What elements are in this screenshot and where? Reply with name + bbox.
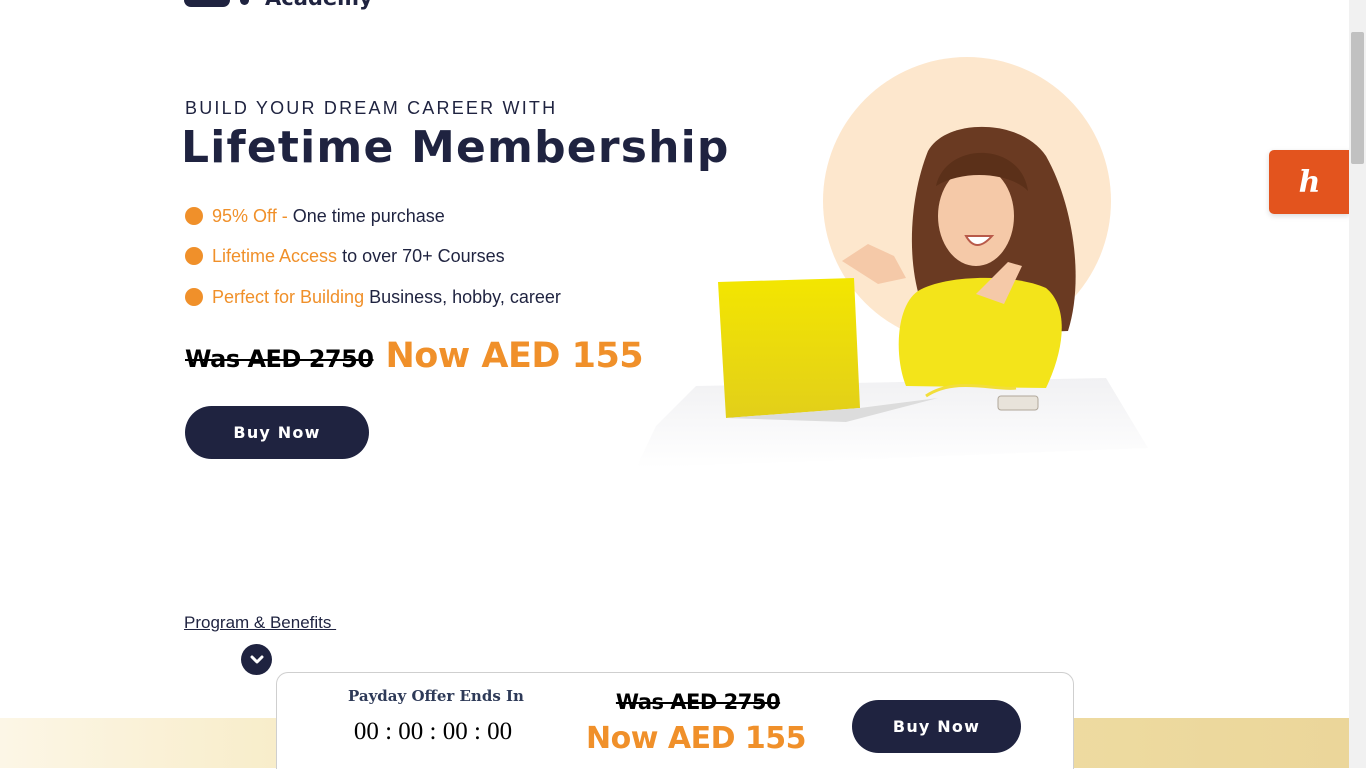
offer-label: Payday Offer Ends In (348, 687, 524, 705)
feature-item: 95% Off - One time purchase (185, 206, 561, 226)
feature-item: Lifetime Access to over 70+ Courses (185, 246, 561, 266)
feature-text: to over 70+ Courses (337, 245, 505, 266)
feature-text: One time purchase (292, 205, 445, 226)
hero-eyebrow: BUILD YOUR DREAM CAREER WITH (185, 98, 558, 118)
bullet-icon (185, 288, 203, 306)
price-now: Now AED 155 (385, 336, 644, 376)
offer-buy-now-button[interactable]: Buy Now (852, 700, 1021, 753)
feature-item: Perfect for Building Business, hobby, ca… (185, 287, 561, 307)
brand-logo[interactable]: Academy (184, 0, 373, 12)
offer-price-was: Was AED 2750 (615, 690, 781, 714)
offer-price-now: Now AED 155 (586, 721, 807, 756)
buy-now-button[interactable]: Buy Now (185, 406, 369, 459)
chevron-glyph (250, 655, 263, 663)
scrollbar-thumb[interactable] (1351, 32, 1364, 164)
countdown-timer: 00 : 00 : 00 : 00 (353, 718, 513, 745)
feature-highlight: Lifetime Access (212, 245, 338, 266)
hero-image (636, 57, 1148, 468)
feature-highlight: 95% Off - (212, 205, 293, 226)
chevron-down-icon[interactable] (241, 644, 272, 675)
price-was: Was AED 2750 (185, 345, 374, 373)
honey-extension-button[interactable]: h (1269, 150, 1350, 214)
program-benefits-link[interactable]: Program & Benefits (184, 613, 336, 633)
bullet-icon (185, 247, 203, 265)
logo-dot (240, 0, 249, 5)
honey-extension-icon: h (1298, 164, 1321, 200)
feature-highlight: Perfect for Building (212, 286, 365, 307)
hero-price: Was AED 2750 Now AED 155 (185, 336, 644, 376)
feature-text: Business, hobby, career (364, 286, 561, 307)
brand-name: Academy (265, 0, 373, 10)
academy-logo-mark (184, 0, 230, 7)
feature-list: 95% Off - One time purchase Lifetime Acc… (185, 206, 561, 327)
bullet-icon (185, 207, 203, 225)
